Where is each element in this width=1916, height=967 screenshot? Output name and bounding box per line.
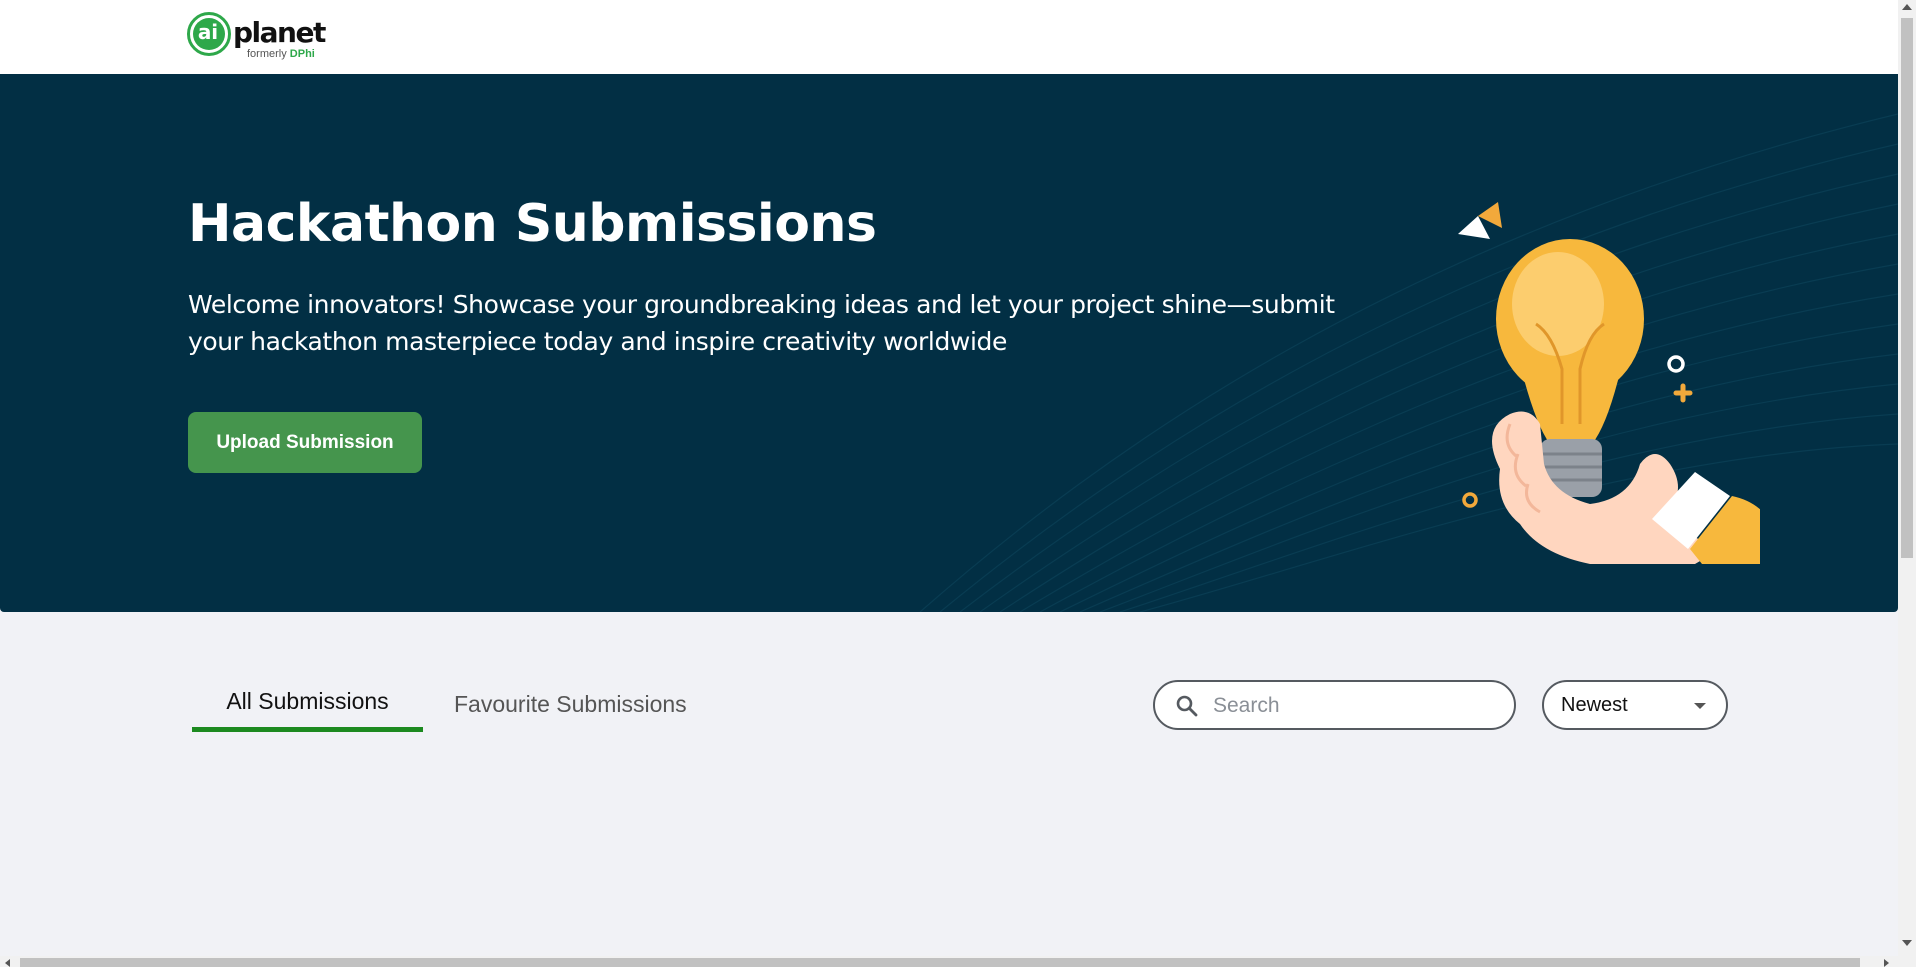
sort-dropdown[interactable]: Newest (1542, 680, 1728, 730)
horizontal-scrollbar-thumb[interactable] (20, 958, 1860, 967)
lightbulb-hand-icon (1458, 202, 1760, 564)
sparkle-ring-icon (1667, 355, 1685, 373)
sort-selected-value: Newest (1561, 694, 1628, 716)
hero-banner: Hackathon Submissions Welcome innovators… (0, 74, 1898, 612)
upload-submission-button[interactable]: Upload Submission (188, 412, 422, 473)
logo-mark-text: ai (197, 20, 219, 44)
logo-wordmark: planet (233, 16, 326, 49)
search-input[interactable] (1213, 692, 1503, 720)
search-icon (1176, 695, 1198, 717)
scroll-right-arrow-icon[interactable] (1884, 959, 1889, 967)
logo-formerly-text: formerly DPhi (247, 48, 315, 60)
top-navbar: ai planet formerly DPhi (0, 0, 1898, 74)
sparkle-dot-icon (1462, 492, 1478, 508)
chevron-down-icon (1694, 703, 1706, 709)
scroll-left-arrow-icon[interactable] (5, 959, 10, 967)
hero-description: Welcome innovators! Showcase your ground… (188, 290, 1335, 356)
tab-favourite-submissions[interactable]: Favourite Submissions (454, 680, 687, 732)
ai-planet-logo[interactable]: ai planet formerly DPhi (187, 12, 326, 62)
scroll-up-arrow-icon[interactable] (1902, 4, 1912, 10)
logo-formerly-prefix: formerly (247, 48, 287, 60)
vertical-scrollbar-thumb[interactable] (1901, 18, 1913, 558)
page-title: Hackathon Submissions (188, 194, 877, 254)
sparkle-plus-icon (1673, 383, 1693, 403)
tab-all-submissions[interactable]: All Submissions (192, 680, 423, 732)
horizontal-scrollbar[interactable] (0, 956, 1898, 967)
vertical-scrollbar[interactable] (1898, 0, 1916, 967)
logo-formerly-brand: DPhi (289, 48, 315, 60)
search-box[interactable] (1153, 680, 1516, 730)
scroll-down-arrow-icon[interactable] (1902, 940, 1912, 946)
sparkle-cone-icon (1458, 202, 1502, 239)
